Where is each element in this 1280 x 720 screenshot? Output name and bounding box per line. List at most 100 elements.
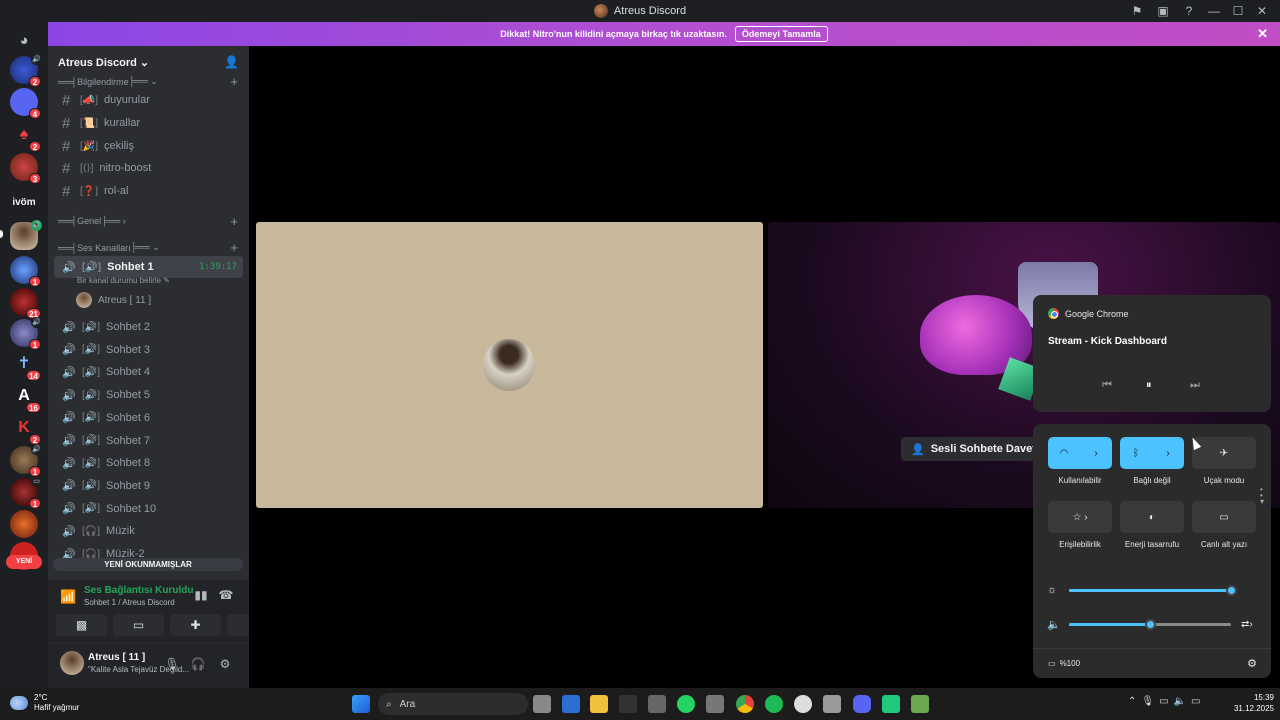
task-view-icon[interactable] [533,695,551,713]
battery-icon[interactable]: ▭ [1191,696,1200,707]
disconnect-icon[interactable]: ☎ [216,585,236,605]
guild-icon-atreus[interactable]: 🔊 [10,220,42,250]
guild-icon[interactable] [10,510,38,538]
category-general[interactable]: ══╡ Genel ╞══ › + [58,214,238,229]
add-channel-icon[interactable]: + [230,214,238,229]
settings-gear-icon[interactable]: ⚙ [216,655,234,673]
camera-off-button[interactable]: ▩ [56,614,107,636]
guild-icon[interactable]: 1 [10,256,41,287]
bluetooth-toggle[interactable]: ᛒ › [1120,437,1184,469]
voice-channel[interactable]: 🔊 [🔊] Sohbet 3 [54,339,243,361]
chevron-right-icon[interactable]: › [1152,448,1184,459]
voice-channel[interactable]: 🔊 [🔊] Sohbet 8 [54,452,243,474]
voice-channel-active[interactable]: 🔊 [🔊] Sohbet 1 1:39:17 [54,256,243,278]
guild-icon[interactable]: A 16 [10,382,41,413]
complete-payment-button[interactable]: Ödemeyi Tamamla [734,26,828,42]
weather-widget[interactable]: 2°C Hafif yağmur [10,693,79,713]
guild-icon[interactable]: 3 [10,153,41,184]
voice-channel[interactable]: 🔊 [🔊] Sohbet 5 [54,384,243,406]
category-voice[interactable]: ══╡ Ses Kanalları ╞══ ⌄ + [58,240,238,255]
new-unreads-bar[interactable]: YENİ OKUNMAMIŞLAR [53,558,243,571]
voice-status[interactable]: Ses Bağlantısı Kuruldu [84,585,193,596]
volume-icon[interactable]: 🔈 [1047,618,1069,631]
username[interactable]: Atreus [ 11 ] [88,652,145,663]
voice-channel[interactable]: 🔊 [🎧] Müzik [54,520,243,542]
settings-gear-icon[interactable]: ⚙ [1247,657,1257,670]
discord-icon[interactable] [853,695,871,713]
signal-icon[interactable]: 📶 [60,589,76,605]
add-channel-icon[interactable]: + [230,74,238,89]
voice-member[interactable]: Atreus [ 11 ] [76,292,151,308]
volume-icon[interactable]: 🔈 [1174,696,1186,707]
epic-games-icon[interactable] [619,695,637,713]
participant-tile[interactable] [256,222,763,508]
store-icon[interactable] [648,695,666,713]
minecraft-icon[interactable] [911,695,929,713]
app-icon[interactable] [823,695,841,713]
whatsapp-icon[interactable] [677,695,695,713]
close-icon[interactable]: ✕ [1257,26,1268,42]
help-icon[interactable]: ? [1176,0,1202,22]
server-header[interactable]: Atreus Discord ⌄ 👤 [48,46,249,78]
app-icon[interactable] [882,695,900,713]
microphone-icon[interactable]: 🎙 [163,655,181,673]
accessibility-toggle[interactable]: ☆ › [1048,501,1112,533]
screen-share-button[interactable]: ▭ [113,614,164,636]
discord-home-icon[interactable]: ◕ [10,27,38,55]
guild-icon[interactable]: K2 [10,414,41,445]
pause-icon[interactable]: ⏸ [1146,379,1152,392]
app-icon[interactable] [706,695,724,713]
activities-button[interactable]: ✚ [170,614,221,636]
chrome-icon[interactable] [736,695,754,713]
channel-kurallar[interactable]: # [📜] kurallar [54,112,243,134]
channel-rol-al[interactable]: # [❓] rol-al [54,180,243,202]
voice-channel[interactable]: 🔊 [🔊] Sohbet 7 [54,430,243,452]
battery-status[interactable]: ▭ %100 [1048,659,1080,668]
slider-thumb[interactable] [1226,584,1237,596]
airplane-mode-toggle[interactable]: ✈ [1192,437,1256,469]
guild-icon[interactable]: 🔊 1 [10,317,42,350]
energy-saver-toggle[interactable]: ◐ [1120,501,1184,533]
add-channel-icon[interactable]: + [230,240,238,255]
guild-icon[interactable]: ✝ 14 [10,350,41,381]
noise-suppression-icon[interactable]: ▮▮ [191,585,211,605]
chevron-right-icon[interactable]: › [1080,448,1112,459]
next-track-icon[interactable]: ⏭ [1190,379,1200,392]
category-info[interactable]: ══╡ Bilgilendirme ╞══ ⌄ + [58,74,238,89]
voice-channel[interactable]: 🔊 [🔊] Sohbet 6 [54,407,243,429]
channel-nitro-boost[interactable]: # [⟨⟩] nitro-boost [54,157,243,179]
folder-label[interactable]: ivöm [0,197,48,208]
file-explorer-icon[interactable] [590,695,608,713]
flag-icon[interactable]: ⚑ [1124,0,1150,22]
network-icon[interactable]: ▭ [1159,696,1168,707]
previous-track-icon[interactable]: ⏮ [1102,379,1112,392]
guild-icon[interactable]: 4 [10,88,41,119]
guild-icon[interactable]: ♠ 2 [10,121,41,152]
channel-status[interactable]: Bir kanal durumu belirle ✎ [77,276,170,285]
app-icon[interactable] [562,695,580,713]
channel-duyurular[interactable]: # [📣] duyurular [54,89,243,111]
voice-channel[interactable]: 🔊 [🔊] Sohbet 2 [54,316,243,338]
volume-slider[interactable] [1069,618,1231,630]
brightness-slider[interactable] [1069,584,1237,596]
minimize-button[interactable]: — [1202,0,1226,22]
live-captions-toggle[interactable]: ▭ [1192,501,1256,533]
microphone-icon[interactable]: 🎙 [1141,696,1154,707]
add-member-icon[interactable]: 👤 [224,55,239,69]
new-unread-badge[interactable]: YENİ [6,555,42,569]
channel-cekilis[interactable]: # [🎉] çekiliş [54,135,243,157]
maximize-button[interactable]: ☐ [1226,0,1250,22]
close-button[interactable]: ✕ [1250,0,1274,22]
audio-output-icon[interactable]: ⇄› [1241,619,1253,630]
guild-icon[interactable]: 🔊 1 [10,444,42,477]
voice-channel[interactable]: 🔊 [🔊] Sohbet 10 [54,498,243,520]
guild-icon[interactable]: 🔊 2 [10,54,42,87]
chevron-up-icon[interactable]: ⌃ [1128,696,1136,707]
wifi-toggle[interactable]: ◠ › [1048,437,1112,469]
taskbar-search[interactable]: ⌕ Ara [378,693,528,715]
voice-channel[interactable]: 🔊 [🔊] Sohbet 9 [54,475,243,497]
screen-icon[interactable]: ▣ [1150,0,1176,22]
start-icon[interactable] [352,695,370,713]
page-dots[interactable]: • • ▾ [1260,486,1264,506]
app-icon[interactable] [794,695,812,713]
